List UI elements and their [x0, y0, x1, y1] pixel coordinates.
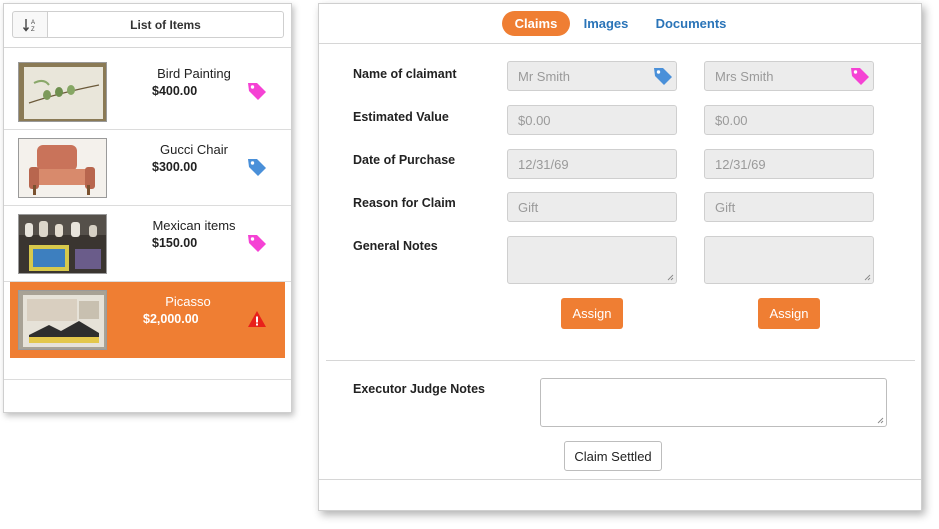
items-toolbar: A Z List of Items: [4, 4, 291, 48]
field-value: $0.00: [518, 112, 551, 128]
item-thumbnail: [18, 290, 107, 350]
section-divider: [326, 360, 915, 361]
assign-button-claimant-1[interactable]: Assign: [561, 298, 623, 329]
claimant-2-value-field[interactable]: $0.00: [704, 105, 874, 135]
tab-bar: Claims Images Documents: [319, 4, 921, 44]
svg-text:Z: Z: [31, 27, 35, 33]
warning-icon: [248, 311, 266, 327]
tag-icon: [248, 235, 266, 252]
item-price: $150.00: [152, 236, 198, 250]
tag-icon: [851, 68, 869, 85]
executor-notes-label: Executor Judge Notes: [353, 382, 485, 396]
list-item-gucci-chair[interactable]: Gucci Chair $300.00: [4, 130, 291, 206]
claimant-2-date-field[interactable]: 12/31/69: [704, 149, 874, 179]
sort-button[interactable]: A Z: [12, 11, 48, 38]
claimant-name-label: Name of claimant: [353, 67, 457, 81]
field-value: $0.00: [715, 112, 748, 128]
resize-grip-icon[interactable]: [864, 274, 871, 281]
field-value: Mrs Smith: [715, 68, 774, 84]
tag-icon: [654, 68, 672, 85]
sort-alpha-icon: A Z: [22, 18, 35, 33]
list-item-bird-painting[interactable]: Bird Painting $400.00: [4, 54, 291, 130]
svg-text:A: A: [31, 20, 35, 26]
item-name: Picasso: [165, 294, 211, 309]
item-name: Gucci Chair: [160, 142, 228, 157]
item-price: $400.00: [152, 84, 198, 98]
item-thumbnail: [18, 214, 107, 274]
field-value: 12/31/69: [715, 156, 766, 172]
claims-panel: Claims Images Documents Name of claimant…: [318, 3, 922, 511]
claim-settled-button[interactable]: Claim Settled: [564, 441, 662, 471]
item-thumbnail: [18, 62, 107, 122]
list-title: List of Items: [47, 11, 284, 38]
claimant-1-notes-field[interactable]: [507, 236, 677, 284]
field-value: Gift: [518, 199, 539, 215]
item-name: Bird Painting: [157, 66, 231, 81]
reason-for-claim-label: Reason for Claim: [353, 196, 456, 210]
claimant-1-value-field[interactable]: $0.00: [507, 105, 677, 135]
general-notes-label: General Notes: [353, 239, 438, 253]
claimant-2-reason-field[interactable]: Gift: [704, 192, 874, 222]
tab-claims[interactable]: Claims: [502, 11, 570, 36]
claimant-1-date-field[interactable]: 12/31/69: [507, 149, 677, 179]
claimant-2-name-field[interactable]: Mrs Smith: [704, 61, 874, 91]
estimated-value-label: Estimated Value: [353, 110, 449, 124]
list-item-mexican-items[interactable]: Mexican items $150.00: [4, 206, 291, 282]
claimant-1-name-field[interactable]: Mr Smith: [507, 61, 677, 91]
items-list: Bird Painting $400.00 Gucci Chair $300.0…: [4, 54, 291, 358]
claimant-2-notes-field[interactable]: [704, 236, 874, 284]
resize-grip-icon[interactable]: [667, 274, 674, 281]
item-thumbnail: [18, 138, 107, 198]
field-value: Mr Smith: [518, 68, 570, 84]
tag-icon: [248, 83, 266, 100]
tab-documents[interactable]: Documents: [651, 11, 731, 36]
item-price: $2,000.00: [143, 312, 199, 326]
executor-notes-field[interactable]: [540, 378, 887, 427]
resize-grip-icon[interactable]: [877, 417, 884, 424]
field-value: 12/31/69: [518, 156, 569, 172]
list-item-picasso[interactable]: Picasso $2,000.00: [10, 282, 285, 358]
item-name: Mexican items: [152, 218, 236, 233]
claimant-1-reason-field[interactable]: Gift: [507, 192, 677, 222]
items-footer: [4, 379, 291, 380]
tab-images[interactable]: Images: [577, 11, 635, 36]
field-value: Gift: [715, 199, 736, 215]
tag-icon: [248, 159, 266, 176]
items-panel: A Z List of Items Bird Painting $400.00 …: [3, 3, 292, 413]
item-price: $300.00: [152, 160, 198, 174]
assign-button-claimant-2[interactable]: Assign: [758, 298, 820, 329]
date-of-purchase-label: Date of Purchase: [353, 153, 456, 167]
claims-footer: [319, 479, 921, 480]
